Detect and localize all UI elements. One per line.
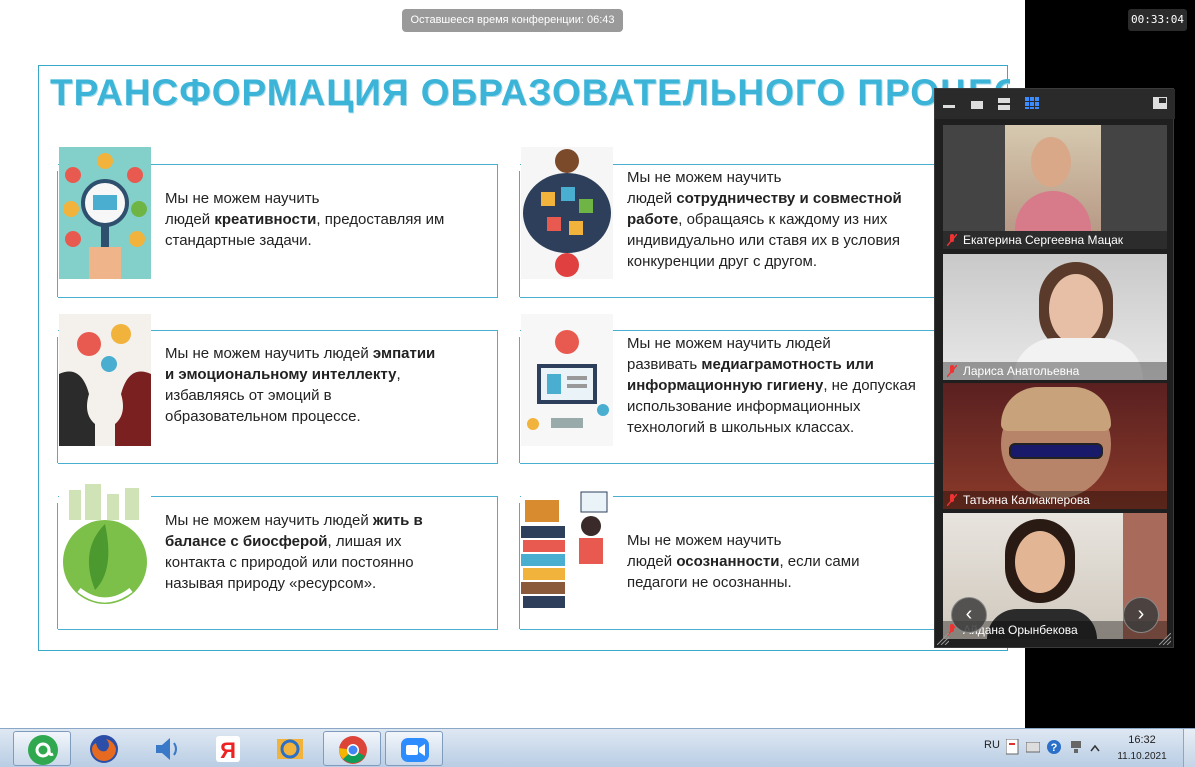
card-text-line: Мы не можем научить (627, 169, 782, 186)
card-cooperation-text: Мы не можем научить людей сотрудничеству … (627, 167, 902, 272)
system-time[interactable]: 16:32 (1110, 734, 1174, 746)
volume-app-icon (156, 738, 177, 760)
participant-name-label: Татьяна Калиакперова (943, 491, 1167, 509)
meeting-clock: 00:33:04 (1128, 9, 1187, 31)
card-text-line: балансе с биосферой, лишая их (165, 533, 402, 550)
participant-name-label: Екатерина Сергеевна Мацак (943, 231, 1167, 249)
participant-name-label: Лариса Анатольевна (943, 362, 1167, 380)
document-tray-icon[interactable] (1006, 739, 1020, 755)
card-text-line: и эмоциональному интеллекту, (165, 366, 401, 383)
card-text-line: называя природу «ресурсом». (165, 575, 377, 592)
muted-mic-icon (947, 234, 957, 246)
card-text-line: конкуренции друг с другом. (627, 253, 818, 270)
speaker-view-icon[interactable] (971, 101, 983, 113)
card-text-line: образовательном процессе. (165, 408, 361, 425)
card-text-line: индивидуально или ставя их в условия (627, 232, 900, 249)
windows-taskbar: Я RU ? 16:32 11.10.2021 (0, 728, 1195, 767)
yandex-icon: Я (216, 736, 240, 763)
resize-handle-right-icon[interactable] (1159, 633, 1171, 645)
muted-mic-icon (947, 365, 957, 377)
mindfulness-illustration (521, 480, 613, 612)
svg-text:Я: Я (220, 738, 236, 763)
network-tray-icon[interactable] (1070, 740, 1082, 754)
mail-client-icon (277, 739, 303, 759)
card-text-line: Мы не можем научить людей (627, 335, 831, 352)
participant-tile[interactable]: Татьяна Калиакперова (943, 383, 1167, 509)
show-hidden-icons-icon[interactable] (1090, 744, 1100, 752)
empathy-illustration (59, 314, 151, 446)
taskbar-app-firefox[interactable] (75, 731, 133, 766)
card-text-line: информационную гигиену, не допуская (627, 377, 916, 394)
participant-tile[interactable]: Лариса Анатольевна (943, 254, 1167, 380)
card-text-line: педагоги не осознанны. (627, 574, 792, 591)
chevron-right-icon: › (1137, 603, 1145, 625)
card-text-line: Мы не можем научить людей жить в (165, 512, 423, 529)
taskbar-app-chrome[interactable] (323, 731, 381, 766)
participant-video-panel: Екатерина Сергеевна Мацак Лариса Анатоль… (934, 88, 1175, 648)
screen: ТРАНСФОРМАЦИЯ ОБРАЗОВАТЕЛЬНОГО ПРОЦЕССА (0, 0, 1195, 767)
media-literacy-illustration (521, 314, 613, 446)
zoom-icon (401, 738, 429, 762)
slide-title: ТРАНСФОРМАЦИЯ ОБРАЗОВАТЕЛЬНОГО ПРОЦЕССА (50, 72, 1010, 113)
card-text-line: работе, обращаясь к каждому из них (627, 211, 888, 228)
card-mindfulness-text: Мы не можем научить людей осознанности, е… (627, 530, 859, 593)
card-biosphere-text: Мы не можем научить людей жить в балансе … (165, 510, 423, 594)
taskbar-app-mail-agent[interactable] (13, 731, 71, 766)
remaining-time-indicator: Оставшееся время конференции: 06:43 (402, 9, 623, 32)
svg-text:?: ? (1051, 742, 1058, 754)
keyboard-tray-icon[interactable] (1026, 742, 1040, 754)
card-text-line: Мы не можем научить (165, 190, 320, 207)
card-text-line: развивать медиаграмотность или (627, 356, 874, 373)
card-empathy-text: Мы не можем научить людей эмпатии и эмоци… (165, 343, 435, 427)
mail-agent-icon (28, 735, 58, 765)
previous-page-button[interactable]: ‹ (951, 597, 987, 633)
participant-video (1005, 125, 1101, 231)
exit-panel-icon[interactable] (1153, 97, 1167, 109)
resize-handle-left-icon[interactable] (937, 633, 949, 645)
taskbar-app-volume[interactable] (137, 731, 195, 766)
card-text-line: технологий в школьных классах. (627, 419, 855, 436)
shared-slide: ТРАНСФОРМАЦИЯ ОБРАЗОВАТЕЛЬНОГО ПРОЦЕССА (0, 0, 1025, 728)
card-text-line: использование информационных (627, 398, 861, 415)
participant-name: Татьяна Калиакперова (963, 493, 1090, 507)
chevron-left-icon: ‹ (965, 603, 973, 625)
taskbar-app-mail-client[interactable] (261, 731, 319, 766)
creativity-illustration (59, 147, 151, 279)
cooperation-illustration (521, 147, 613, 279)
card-text-line: Мы не можем научить (627, 532, 782, 549)
card-text-line: людей креативности, предоставляя им (165, 211, 445, 228)
participant-name: Екатерина Сергеевна Мацак (963, 233, 1124, 247)
show-desktop-button[interactable] (1183, 729, 1195, 767)
panel-toolbar (935, 89, 1175, 119)
firefox-icon (90, 735, 118, 763)
card-text-line: людей сотрудничеству и совместной (627, 190, 902, 207)
card-media-literacy-text: Мы не можем научить людей развивать медиа… (627, 333, 916, 438)
card-text-line: Мы не можем научить людей эмпатии (165, 345, 436, 362)
card-text-line: стандартные задачи. (165, 232, 312, 249)
gallery-view-icon[interactable] (1025, 97, 1039, 109)
card-text-line: избавляясь от эмоций в (165, 387, 332, 404)
chrome-icon (338, 736, 367, 764)
help-tray-icon[interactable]: ? (1046, 739, 1062, 755)
taskbar-app-zoom[interactable] (385, 731, 443, 766)
language-indicator[interactable]: RU (984, 739, 1000, 751)
participant-name: Лариса Анатольевна (963, 364, 1080, 378)
biosphere-illustration (59, 480, 151, 612)
minimize-icon[interactable] (943, 105, 955, 117)
card-text-line: людей осознанности, если сами (627, 553, 860, 570)
muted-mic-icon (947, 494, 957, 506)
system-date[interactable]: 11.10.2021 (1110, 751, 1174, 762)
strip-view-icon[interactable] (998, 98, 1010, 110)
card-text-line: контакта с природой или постоянно (165, 554, 414, 571)
taskbar-app-yandex[interactable]: Я (199, 731, 257, 766)
next-page-button[interactable]: › (1123, 597, 1159, 633)
participant-tile[interactable]: Екатерина Сергеевна Мацак (943, 125, 1167, 249)
card-creativity-text: Мы не можем научить людей креативности, п… (165, 188, 444, 251)
